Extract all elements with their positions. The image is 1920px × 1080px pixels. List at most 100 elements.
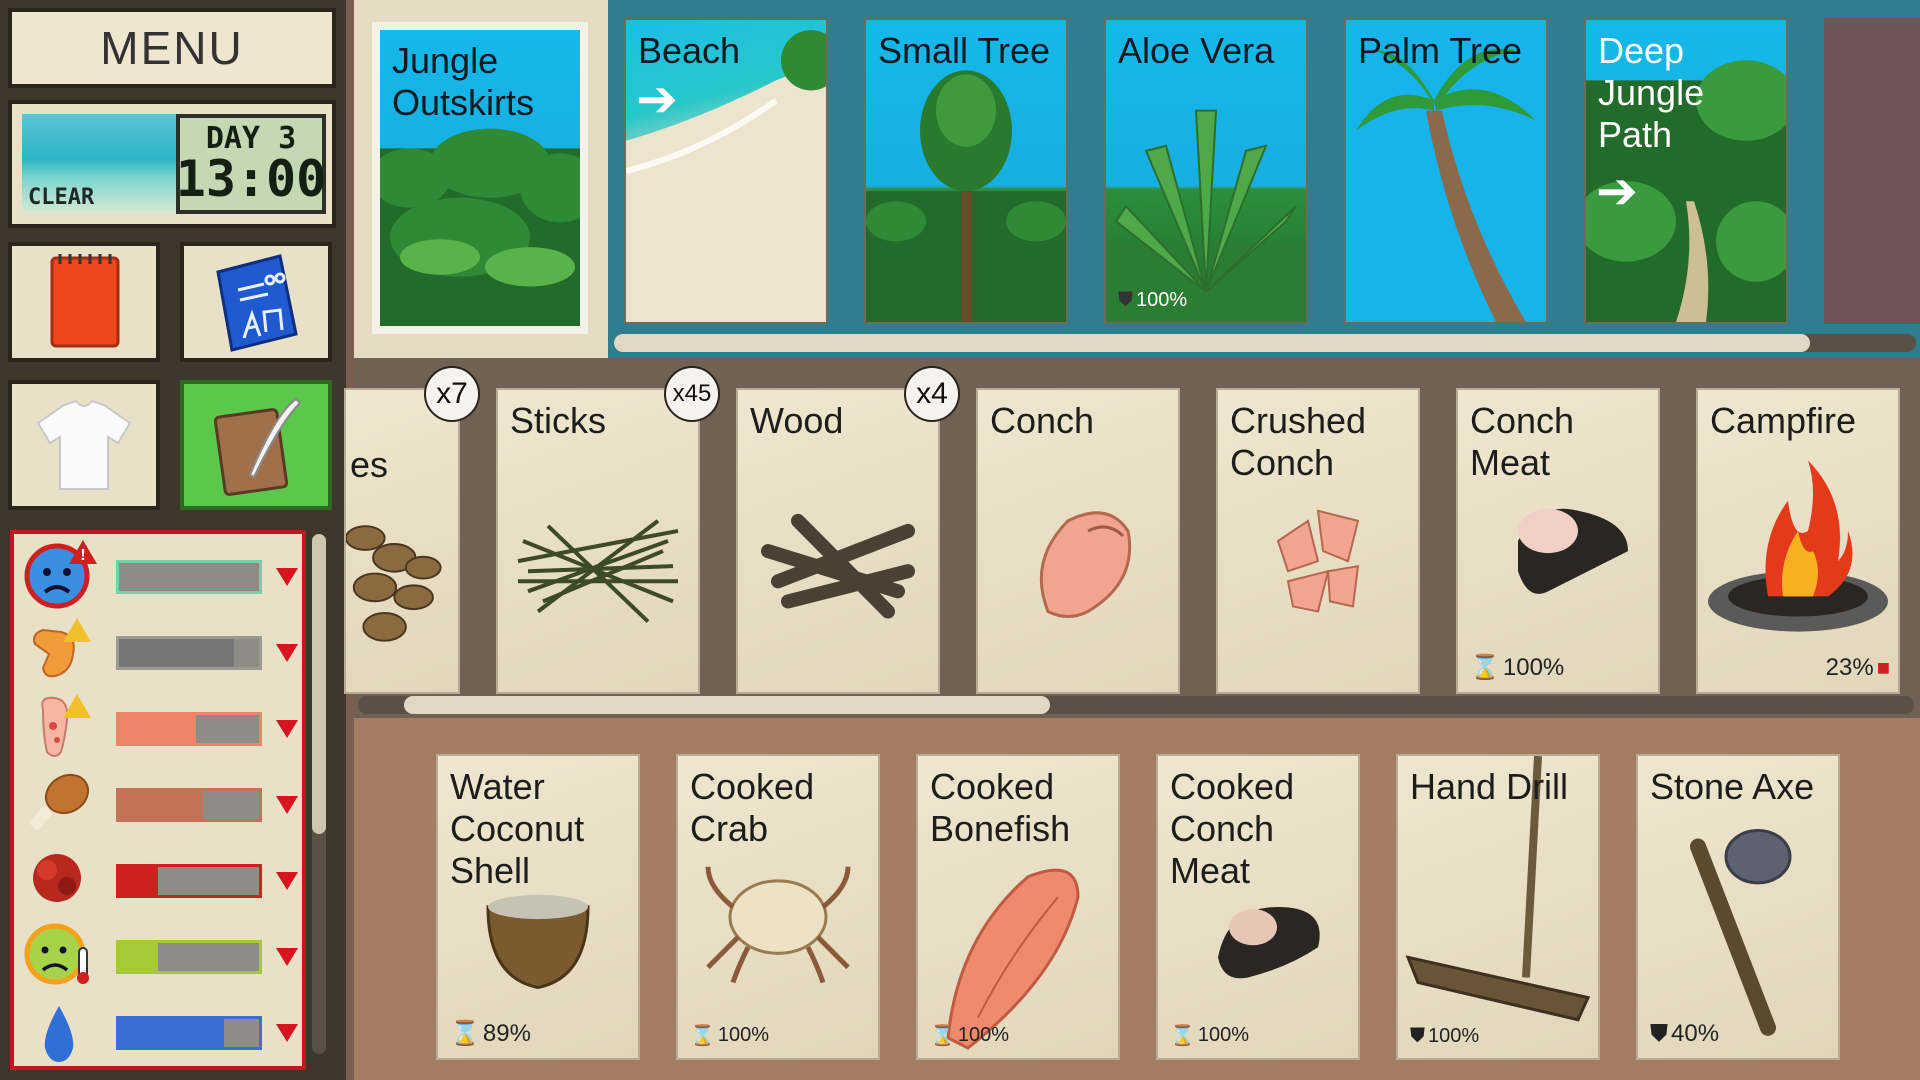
cooked-bonefish-percent: ⌛ 100% bbox=[930, 1024, 1010, 1047]
hunger-drumstick-icon bbox=[20, 766, 98, 838]
blueprint-tile[interactable] bbox=[180, 242, 332, 362]
water-coconut-percent: ⌛ 89% bbox=[450, 1019, 531, 1048]
menu-button[interactable]: MENU bbox=[8, 8, 336, 88]
crafting-journal-tile[interactable] bbox=[180, 380, 332, 510]
item-card-crushed-conch[interactable]: Crushed Conch bbox=[1216, 388, 1420, 694]
decrease-arrow-icon bbox=[276, 796, 298, 814]
red-notebook-icon bbox=[50, 254, 120, 348]
item-count-badge: x7 bbox=[424, 366, 480, 422]
stat-row-blood[interactable] bbox=[14, 842, 302, 918]
locations-scrollbar-thumb[interactable] bbox=[614, 334, 1810, 352]
tshirt-icon bbox=[36, 399, 132, 490]
inventory-title-hand-drill: Hand Drill bbox=[1410, 766, 1569, 807]
durability-shield-icon: ⛊ bbox=[1410, 1025, 1425, 1047]
conch-meat-percent: ⌛ 100% bbox=[1470, 653, 1565, 682]
time-weather-panel: CLEAR DAY 3 13:00 bbox=[8, 100, 336, 228]
current-location-card[interactable]: Jungle Outskirts bbox=[372, 22, 588, 334]
location-card-beach[interactable]: Beach ➔ bbox=[624, 18, 828, 324]
blood-icon bbox=[20, 842, 98, 914]
inventory-card-cooked-bonefish[interactable]: Cooked Bonefish ⌛ 100% bbox=[916, 754, 1120, 1060]
inventory-title-cooked-bonefish: Cooked Bonefish bbox=[930, 766, 1071, 849]
location-card-partial[interactable] bbox=[1824, 18, 1920, 324]
item-count-badge: x4 bbox=[904, 366, 960, 422]
hand-drill-percent: ⛊ 100% bbox=[1410, 1025, 1480, 1047]
stat-bar-hunger bbox=[116, 788, 262, 822]
foot-injury-icon bbox=[20, 690, 98, 762]
fever-face-icon bbox=[20, 918, 98, 990]
item-card-sticks[interactable]: Sticks bbox=[496, 388, 700, 694]
inventory-title-water-coconut-shell: Water Coconut Shell bbox=[450, 766, 585, 891]
campfire-fuel-percent: 23% ■ bbox=[1825, 654, 1890, 681]
svg-text:!: ! bbox=[80, 547, 85, 564]
item-title-leaves: es bbox=[350, 444, 389, 485]
status-scrollbar[interactable] bbox=[312, 534, 326, 1054]
stat-row-morale[interactable]: ! bbox=[14, 538, 302, 614]
location-card-palm-tree[interactable]: Palm Tree bbox=[1344, 18, 1548, 324]
location-card-aloe-vera[interactable]: Aloe Vera ⛊ 100% bbox=[1104, 18, 1308, 324]
location-card-small-tree[interactable]: Small Tree bbox=[864, 18, 1068, 324]
item-card-conch-meat[interactable]: Conch Meat ⌛ 100% bbox=[1456, 388, 1660, 694]
journal-tile[interactable] bbox=[8, 242, 160, 362]
sidebar: MENU CLEAR DAY 3 13:00 ! bbox=[0, 0, 346, 1080]
item-title-conch: Conch bbox=[990, 400, 1095, 441]
decrease-arrow-icon bbox=[276, 872, 298, 890]
item-card-leaves[interactable]: es bbox=[344, 388, 460, 694]
arrow-right-icon: ➔ bbox=[1596, 163, 1638, 219]
stone-axe-percent: ⛊ 40% bbox=[1650, 1020, 1720, 1047]
inventory-card-hand-drill[interactable]: Hand Drill ⛊ 100% bbox=[1396, 754, 1600, 1060]
stat-row-foot[interactable] bbox=[14, 690, 302, 766]
item-card-wood[interactable]: Wood bbox=[736, 388, 940, 694]
location-title-small-tree: Small Tree bbox=[878, 30, 1051, 71]
item-title-sticks: Sticks bbox=[510, 400, 607, 441]
cooked-conch-meat-percent: ⌛ 100% bbox=[1170, 1024, 1250, 1047]
status-scrollbar-thumb[interactable] bbox=[312, 534, 326, 834]
water-drop-icon bbox=[20, 994, 98, 1066]
blueprint-icon bbox=[216, 254, 298, 352]
durability-shield-icon: ⛊ bbox=[1118, 289, 1133, 311]
weather-preview: CLEAR bbox=[22, 114, 180, 214]
inventory-card-cooked-conch-meat[interactable]: Cooked Conch Meat ⌛ 100% bbox=[1156, 754, 1360, 1060]
decrease-arrow-icon bbox=[276, 720, 298, 738]
quill-notebook-icon bbox=[213, 397, 302, 496]
clothing-tile[interactable] bbox=[8, 380, 160, 510]
inventory-card-stone-axe[interactable]: Stone Axe ⛊ 40% bbox=[1636, 754, 1840, 1060]
hourglass-icon: ⌛ bbox=[450, 1020, 480, 1047]
morale-face-icon: ! bbox=[20, 538, 98, 610]
time-label: 13:00 bbox=[175, 150, 327, 208]
stat-row-pain[interactable] bbox=[14, 614, 302, 690]
pain-icon bbox=[20, 614, 98, 686]
current-location-title: Jungle Outskirts bbox=[392, 40, 535, 123]
location-title-palm-tree: Palm Tree bbox=[1358, 30, 1523, 71]
decrease-arrow-icon bbox=[276, 644, 298, 662]
aloe-vera-percent: ⛊ 100% bbox=[1118, 289, 1188, 311]
inventory-title-cooked-conch-meat: Cooked Conch Meat bbox=[1170, 766, 1295, 891]
stat-row-hunger[interactable] bbox=[14, 766, 302, 842]
stat-bar-pain bbox=[116, 636, 262, 670]
items-scrollbar[interactable] bbox=[358, 696, 1914, 714]
leaves-art bbox=[346, 525, 442, 642]
item-card-campfire[interactable]: Campfire 23% ■ bbox=[1696, 388, 1900, 694]
status-panel: ! bbox=[10, 530, 306, 1070]
stat-row-water[interactable] bbox=[14, 994, 302, 1066]
decrease-arrow-icon bbox=[276, 948, 298, 966]
items-scrollbar-thumb[interactable] bbox=[404, 696, 1050, 714]
location-title-aloe-vera: Aloe Vera bbox=[1118, 30, 1275, 71]
item-title-crushed-conch: Crushed Conch bbox=[1230, 400, 1367, 483]
location-card-deep-jungle-path[interactable]: Deep Jungle Path ➔ bbox=[1584, 18, 1788, 324]
lcd-clock: DAY 3 13:00 bbox=[176, 114, 326, 214]
locations-scrollbar[interactable] bbox=[614, 334, 1916, 352]
item-title-wood: Wood bbox=[750, 400, 844, 441]
inventory-title-stone-axe: Stone Axe bbox=[1650, 766, 1815, 807]
inventory-card-cooked-crab[interactable]: Cooked Crab ⌛ 100% bbox=[676, 754, 880, 1060]
stat-bar-fever bbox=[116, 940, 262, 974]
location-title-deep-jungle-path: Deep Jungle Path bbox=[1598, 30, 1705, 155]
hourglass-icon: ⌛ bbox=[1470, 654, 1500, 681]
decrease-arrow-icon bbox=[276, 568, 298, 586]
inventory-card-water-coconut-shell[interactable]: Water Coconut Shell ⌛ 89% bbox=[436, 754, 640, 1060]
stat-row-fever[interactable] bbox=[14, 918, 302, 994]
decrease-arrow-icon bbox=[276, 1024, 298, 1042]
cooked-crab-percent: ⌛ 100% bbox=[690, 1024, 770, 1047]
hourglass-icon: ⌛ bbox=[690, 1025, 715, 1047]
hourglass-icon: ⌛ bbox=[930, 1025, 955, 1047]
item-card-conch[interactable]: Conch bbox=[976, 388, 1180, 694]
